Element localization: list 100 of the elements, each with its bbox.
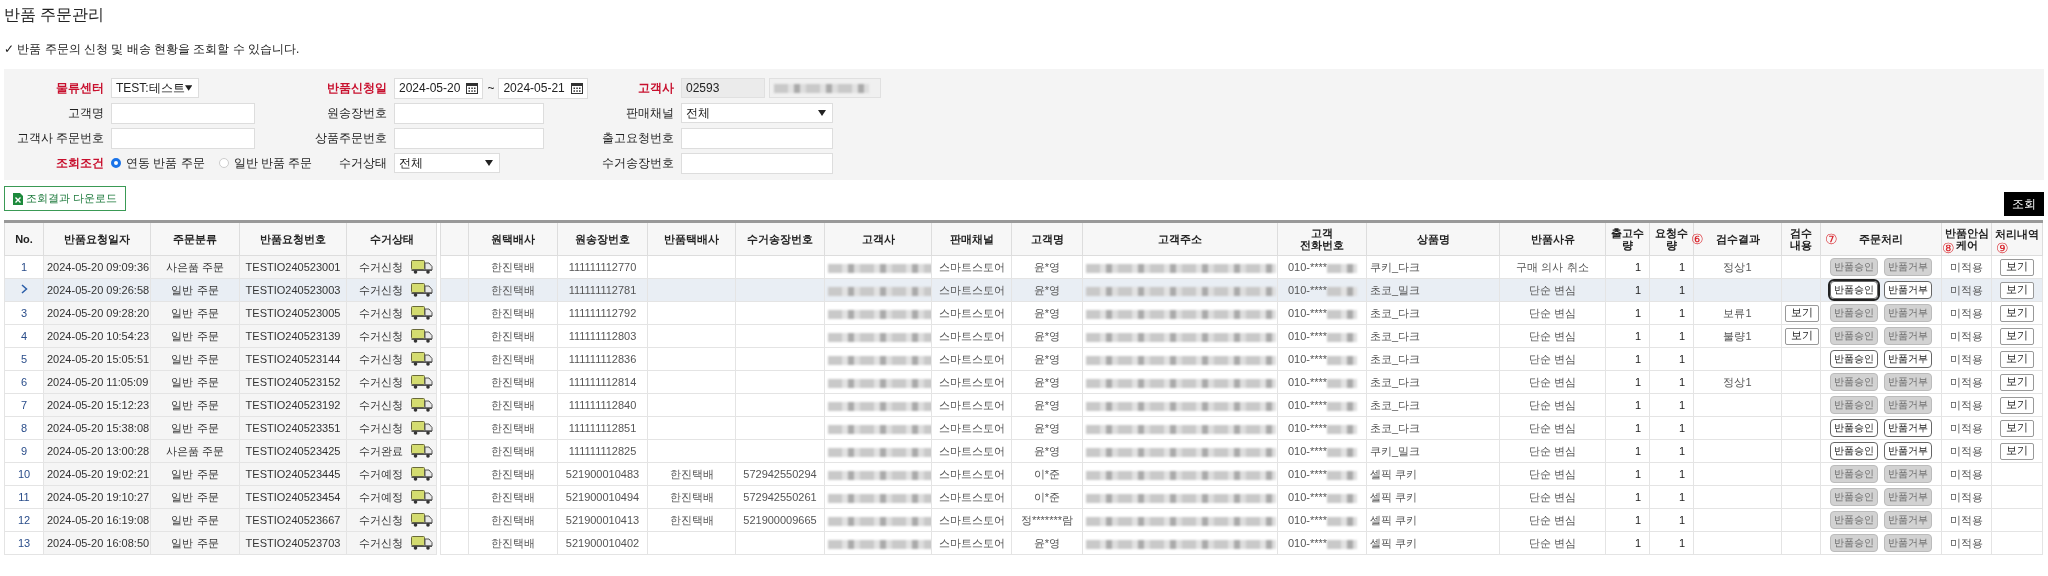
view-button[interactable]: 보기 [2000,396,2034,414]
table-cell: 미적용 [1941,370,1992,394]
input-field[interactable] [681,127,833,149]
row-number[interactable]: 9 [4,439,44,463]
table-cell: 1 [1605,439,1650,463]
filter-label: 고객명 [68,104,104,122]
view-button[interactable]: 보기 [2000,350,2034,368]
column-header: 고객사 [824,221,932,256]
input-field[interactable] [394,102,544,124]
row-number[interactable]: 4 [4,324,44,348]
truck-icon [411,329,433,343]
approve-button[interactable]: 반품승인 [1830,419,1879,437]
column-header: 원송장번호 [557,221,648,256]
approve-button[interactable]: 반품승인 [1830,281,1879,299]
dropdown[interactable]: 전체 [681,103,833,123]
table-cell: 1 [1649,531,1694,555]
table-cell: 이*준 [1011,485,1083,509]
annotation-marker: ⑧ [1942,241,1955,255]
radio-option[interactable]: 일반 반품 주문 [218,154,313,172]
caret-icon [485,160,493,166]
row-number[interactable]: 5 [4,347,44,371]
search-button[interactable]: 조회 [2004,192,2044,216]
blurred-text [1327,378,1358,388]
dropdown[interactable]: TEST:테스트 [111,78,199,98]
table-cell: 단순 변심 [1499,531,1606,555]
table-cell: 윤*영 [1011,531,1083,555]
filter-label: 고객사 [638,79,674,97]
table-cell: 010-**** [1288,537,1328,549]
table-cell: 수거신청 [359,374,403,390]
truck-icon [411,467,433,481]
row-number[interactable]: 11 [4,485,44,509]
table-cell: 수거신청 [359,259,403,275]
view-button[interactable]: 보기 [2000,442,2034,460]
reject-button[interactable]: 반품거부 [1883,281,1932,299]
column-header: ⑧ 반품안심 케어 [1941,221,1992,256]
blurred-text [1327,263,1358,273]
approve-button[interactable]: 반품승인 [1830,350,1879,368]
radio-option[interactable]: 연동 반품 주문 [111,154,205,172]
reject-button[interactable]: 반품거부 [1883,442,1932,460]
view-button[interactable]: 보기 [2000,304,2034,322]
reject-button[interactable]: 반품거부 [1883,350,1932,368]
row-number[interactable]: 8 [4,416,44,440]
reject-button[interactable]: 반품거부 [1883,419,1932,437]
table-cell: 1 [1605,416,1650,440]
table-cell: 1 [1649,416,1694,440]
date-field[interactable]: 2024-05-21 [498,77,588,99]
table-cell: 한진택배 [468,462,558,486]
table-cell: 1 [1605,347,1650,371]
view-button[interactable]: 보기 [2000,373,2034,391]
table-cell: 윤*영 [1011,301,1083,325]
view-button[interactable]: 보기 [2000,258,2034,276]
view-button[interactable]: 보기 [1785,304,1819,322]
approve-button[interactable]: 반품승인 [1830,442,1879,460]
table-cell: 111111112836 [557,347,648,371]
table-cell: 111111112840 [557,393,648,417]
table-cell: 셀픽 쿠키 [1366,462,1500,486]
truck-icon [411,421,433,435]
table-cell: 1 [1605,393,1650,417]
row-number[interactable]: 7 [4,393,44,417]
table-cell: 010-**** [1288,491,1328,503]
dropdown[interactable]: 전체 [394,153,500,173]
date-field[interactable]: 2024-05-20 [394,77,484,99]
blurred-text [1327,355,1358,365]
input-field[interactable] [111,127,255,149]
table-cell: 1 [1649,393,1694,417]
input-field[interactable] [111,102,255,124]
view-button[interactable]: 보기 [2000,419,2034,437]
annotation-marker: ⑥ [1691,232,1704,246]
row-number[interactable] [4,278,44,302]
input-field[interactable] [681,152,833,174]
view-button[interactable]: 보기 [2000,327,2034,345]
table-cell: 521900010402 [557,531,648,555]
page-title: 반품 주문관리 [3,5,106,25]
table-cell: 111111112825 [557,439,648,463]
table-cell: 1 [1605,485,1650,509]
truck-icon [411,490,433,504]
table-cell: 미적용 [1941,439,1992,463]
table-cell: 1 [1605,531,1650,555]
table-cell: 1 [1649,301,1694,325]
row-number[interactable]: 3 [4,301,44,325]
filter-label: 판매채널 [626,104,674,122]
table-cell: 미적용 [1941,255,1992,279]
blurred-text [1327,493,1358,503]
table-cell: 스마트스토어 [931,531,1012,555]
download-button[interactable]: 조회결과 다운로드 [4,186,127,211]
view-button[interactable]: 보기 [2000,281,2034,299]
table-cell: 불량1 [1723,329,1752,342]
row-number[interactable]: 1 [4,255,44,279]
row-number[interactable]: 10 [4,462,44,486]
input-field[interactable] [394,127,544,149]
table-cell: 스마트스토어 [931,393,1012,417]
table-cell: 한진택배 [468,370,558,394]
row-number[interactable]: 13 [4,531,44,555]
table-cell: 수거신청 [359,328,403,344]
blurred-text [1327,470,1358,480]
row-number[interactable]: 12 [4,508,44,532]
view-button[interactable]: 보기 [1785,327,1819,345]
code-field: 02593 [681,78,765,98]
table-cell: 수거신청 [359,512,403,528]
row-number[interactable]: 6 [4,370,44,394]
